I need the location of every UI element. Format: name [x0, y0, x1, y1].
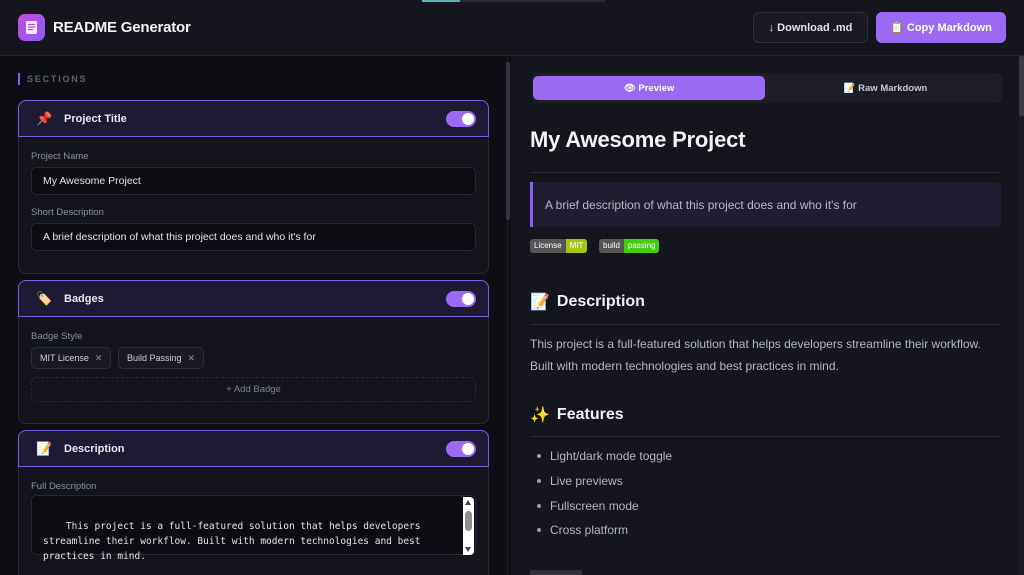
list-item-text: Light/dark mode toggle	[550, 449, 673, 463]
project-name-input[interactable]: My Awesome Project	[31, 167, 476, 195]
download-md-button[interactable]: ↓ Download .md	[753, 12, 868, 43]
divider	[530, 172, 1000, 173]
section-card-project-title: 📌 Project Title Project Name My Awesome …	[18, 100, 489, 274]
preview-scrollbar-thumb[interactable]	[1019, 56, 1024, 116]
truncated-heading-icon	[530, 570, 582, 575]
description-heading: 📝 Description	[530, 292, 645, 312]
license-shield-badge: License MIT	[530, 239, 588, 253]
shield-label: build	[599, 239, 624, 253]
section-header-description[interactable]: 📝 Description	[19, 431, 488, 467]
bullet-icon	[537, 479, 541, 483]
badge-style-label: Badge Style	[31, 331, 83, 342]
scroll-down-icon[interactable]	[465, 547, 471, 552]
textarea-scrollbar[interactable]	[463, 497, 474, 555]
section-card-badges: 🏷️ Badges Badge Style MIT License ✕ Buil…	[18, 280, 489, 424]
list-item: Light/dark mode toggle	[530, 449, 672, 463]
list-item-text: Live previews	[550, 474, 623, 488]
tag-icon: 🏷️	[36, 291, 53, 306]
app-header: README Generator ↓ Download .md 📋 Copy M…	[0, 0, 1024, 56]
next-heading-cutoff	[530, 568, 590, 575]
list-item-text: Cross platform	[550, 523, 629, 537]
sections-scrollbar-thumb[interactable]	[506, 62, 510, 220]
close-icon[interactable]: ✕	[95, 353, 103, 364]
memo-icon: 📝	[36, 441, 53, 456]
tab-indicator	[422, 0, 460, 2]
preview-tabs: 👁 Preview 📝 Raw Markdown	[532, 73, 1002, 103]
tab-raw-markdown[interactable]: 📝 Raw Markdown	[772, 76, 999, 100]
badge-chip[interactable]: Build Passing ✕	[118, 347, 205, 369]
full-description-label: Full Description	[31, 481, 97, 492]
section-header-project-title[interactable]: 📌 Project Title	[19, 101, 488, 137]
memo-icon: 📝	[530, 294, 550, 311]
copy-markdown-button[interactable]: 📋 Copy Markdown	[876, 12, 1006, 43]
bullet-icon	[537, 528, 541, 532]
readme-blockquote: A brief description of what this project…	[530, 182, 1001, 227]
tab-preview[interactable]: 👁 Preview	[533, 76, 765, 100]
close-icon[interactable]: ✕	[188, 353, 196, 364]
scroll-up-icon[interactable]	[465, 500, 471, 505]
list-item: Cross platform	[530, 523, 628, 537]
bullet-icon	[537, 504, 541, 508]
description-toggle[interactable]	[446, 441, 476, 457]
textarea-scrollbar-thumb[interactable]	[465, 511, 472, 531]
full-description-text: This project is a full-featured solution…	[43, 521, 421, 562]
badge-chip-list: MIT License ✕ Build Passing ✕	[31, 347, 476, 369]
heading-text: Features	[556, 406, 624, 423]
list-item-text: Fullscreen mode	[550, 499, 639, 513]
list-item: Fullscreen mode	[530, 499, 639, 513]
badge-chip[interactable]: MIT License ✕	[31, 347, 112, 369]
bullet-icon	[537, 454, 541, 458]
sparkles-icon: ✨	[530, 407, 550, 424]
full-description-textarea[interactable]: This project is a full-featured solution…	[31, 495, 476, 562]
divider	[530, 436, 1000, 437]
description-paragraph: This project is a full-featured solution…	[530, 337, 981, 373]
badges-toggle[interactable]	[446, 291, 476, 307]
section-card-description: 📝 Description Full Description This proj…	[18, 430, 489, 575]
add-badge-button[interactable]: + Add Badge	[31, 377, 476, 402]
sections-label: SECTIONS	[18, 73, 87, 85]
pin-icon: 📌	[36, 111, 53, 126]
features-heading: ✨ Features	[530, 405, 624, 425]
divider	[530, 324, 1000, 325]
badge-chip-label: MIT License	[40, 353, 89, 363]
shield-label: License	[530, 239, 566, 253]
preview-scrollbar[interactable]	[1019, 56, 1024, 575]
app-title: README Generator	[53, 19, 191, 36]
build-shield-badge: build passing	[599, 239, 660, 253]
short-description-label: Short Description	[31, 207, 104, 218]
section-header-badges[interactable]: 🏷️ Badges	[19, 281, 488, 317]
readme-title: My Awesome Project	[530, 127, 746, 152]
short-description-input[interactable]: A brief description of what this project…	[31, 223, 476, 251]
app-logo-icon	[18, 14, 45, 41]
section-title: Project Title	[64, 113, 127, 125]
preview-panel[interactable]: 👁 Preview 📝 Raw Markdown My Awesome Proj…	[511, 56, 1024, 575]
project-title-toggle[interactable]	[446, 111, 476, 127]
shield-value: passing	[623, 239, 660, 253]
tab-indicator-track	[460, 0, 605, 2]
shield-value: MIT	[565, 239, 588, 253]
section-title: Badges	[64, 293, 104, 305]
heading-text: Description	[556, 293, 645, 310]
list-item: Live previews	[530, 474, 623, 488]
badge-chip-label: Build Passing	[127, 353, 182, 363]
project-name-label: Project Name	[31, 151, 89, 162]
section-title: Description	[64, 443, 125, 455]
